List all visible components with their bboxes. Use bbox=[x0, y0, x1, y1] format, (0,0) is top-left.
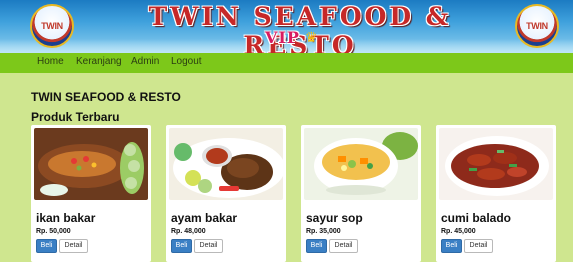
product-price: Rp. 35,000 bbox=[306, 228, 341, 235]
product-image-ikan-bakar[interactable] bbox=[34, 128, 148, 200]
product-card: cumi balado Rp. 45,000 Beli Detail bbox=[436, 125, 556, 262]
section-title: Produk Terbaru bbox=[31, 110, 120, 124]
nav-logout[interactable]: Logout bbox=[171, 56, 202, 67]
product-name: ikan bakar bbox=[36, 211, 96, 225]
buy-button[interactable]: Beli bbox=[36, 239, 57, 253]
banner-title: TWIN SEAFOOD & RESTO bbox=[148, 2, 452, 53]
buy-button[interactable]: Beli bbox=[171, 239, 192, 253]
product-image-cumi-balado[interactable] bbox=[439, 128, 553, 200]
twin-logo-right: TWIN bbox=[515, 4, 559, 48]
site-banner: TWIN TWIN SEAFOOD & RESTO VIP ♛ TWIN bbox=[0, 0, 573, 53]
product-price: Rp. 48,000 bbox=[171, 228, 206, 235]
detail-button[interactable]: Detail bbox=[329, 239, 358, 253]
navbar: Home Keranjang Admin Logout bbox=[0, 53, 573, 73]
product-price: Rp. 45,000 bbox=[441, 228, 476, 235]
twin-logo-left: TWIN bbox=[30, 4, 74, 48]
product-name: sayur sop bbox=[306, 211, 363, 225]
product-card: ayam bakar Rp. 48,000 Beli Detail bbox=[166, 125, 286, 262]
product-name: ayam bakar bbox=[171, 211, 238, 225]
nav-home[interactable]: Home bbox=[37, 56, 64, 67]
buy-button[interactable]: Beli bbox=[306, 239, 327, 253]
detail-button[interactable]: Detail bbox=[194, 239, 223, 253]
product-name: cumi balado bbox=[441, 211, 512, 225]
buy-button[interactable]: Beli bbox=[441, 239, 462, 253]
banner-subtitle: VIP bbox=[265, 28, 300, 47]
nav-keranjang[interactable]: Keranjang bbox=[76, 56, 122, 67]
logo-text: TWIN bbox=[41, 21, 63, 31]
store-title: TWIN SEAFOOD & RESTO bbox=[31, 90, 181, 104]
logo-text: TWIN bbox=[526, 21, 548, 31]
crown-icon: ♛ bbox=[305, 29, 318, 45]
nav-admin[interactable]: Admin bbox=[131, 56, 159, 67]
product-image-sayur-sop[interactable] bbox=[304, 128, 418, 200]
product-card: sayur sop Rp. 35,000 Beli Detail bbox=[301, 125, 421, 262]
detail-button[interactable]: Detail bbox=[59, 239, 88, 253]
detail-button[interactable]: Detail bbox=[464, 239, 493, 253]
product-card: ikan bakar Rp. 50,000 Beli Detail bbox=[31, 125, 151, 262]
product-image-ayam-bakar[interactable] bbox=[169, 128, 283, 200]
product-price: Rp. 50,000 bbox=[36, 228, 71, 235]
